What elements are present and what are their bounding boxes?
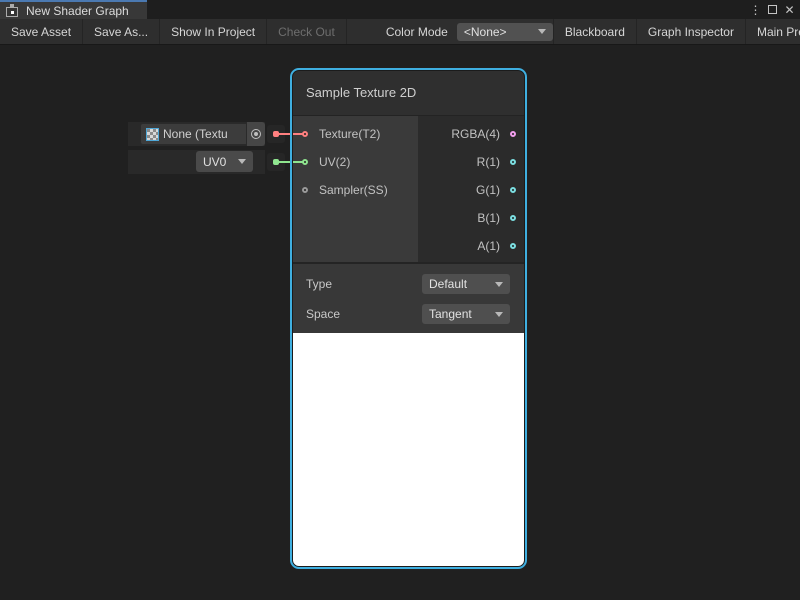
- shader-graph-window: New Shader Graph ⋮ ✕ Save Asset Save As.…: [0, 0, 800, 600]
- chevron-down-icon: [538, 29, 546, 34]
- node-title: Sample Texture 2D: [306, 85, 416, 100]
- output-ports-column: RGBA(4) R(1) G(1) B(1) A(1): [418, 116, 525, 262]
- color-mode-group: Color Mode <None>: [377, 23, 553, 41]
- chevron-down-icon: [238, 159, 246, 164]
- tab-title: New Shader Graph: [26, 4, 129, 18]
- chevron-down-icon: [495, 312, 503, 317]
- g-port-label: G(1): [476, 183, 500, 197]
- type-value: Default: [429, 277, 467, 291]
- port-row-texture: Texture(T2): [292, 120, 418, 148]
- b-port-icon[interactable]: [510, 215, 516, 221]
- r-port-label: R(1): [477, 155, 500, 169]
- toolbar-left-group: Save Asset Save As... Show In Project Ch…: [0, 19, 347, 44]
- port-row-a: A(1): [418, 232, 525, 260]
- type-label: Type: [306, 277, 332, 291]
- port-row-g: G(1): [418, 176, 525, 204]
- window-controls: ⋮ ✕: [747, 0, 798, 19]
- texture-object-field-value: None (Textu: [163, 127, 228, 141]
- rgba-port-label: RGBA(4): [451, 127, 500, 141]
- input-ports-column: Texture(T2) UV(2) Sampler(SS): [292, 116, 418, 262]
- r-port-icon[interactable]: [510, 159, 516, 165]
- uv-edge[interactable]: [277, 161, 303, 163]
- color-mode-label: Color Mode: [377, 25, 457, 39]
- shader-graph-asset-icon-dot: [11, 11, 14, 14]
- texture-edge[interactable]: [277, 133, 303, 135]
- space-value: Tangent: [429, 307, 472, 321]
- kebab-menu-icon[interactable]: ⋮: [747, 0, 764, 19]
- chevron-down-icon: [495, 282, 503, 287]
- space-label: Space: [306, 307, 340, 321]
- texture-object-field[interactable]: None (Textu: [140, 123, 258, 145]
- save-asset-button[interactable]: Save Asset: [0, 19, 83, 44]
- type-dropdown[interactable]: Default: [422, 274, 510, 294]
- texture2d-icon: [146, 128, 159, 141]
- main-preview-button[interactable]: Main Preview: [745, 19, 800, 44]
- g-port-icon[interactable]: [510, 187, 516, 193]
- a-port-icon[interactable]: [510, 243, 516, 249]
- uv-channel-dropdown[interactable]: UV0: [196, 151, 253, 172]
- blackboard-button[interactable]: Blackboard: [553, 19, 636, 44]
- node-preview[interactable]: [292, 333, 525, 567]
- shader-graph-asset-icon: [6, 4, 19, 17]
- maximize-icon-box: [768, 5, 777, 14]
- port-row-uv: UV(2): [292, 148, 418, 176]
- uv-input-widget-row: UV0: [128, 150, 265, 174]
- b-port-label: B(1): [477, 211, 500, 225]
- texture-input-widget-row: None (Textu: [128, 122, 265, 146]
- show-in-project-button[interactable]: Show In Project: [160, 19, 267, 44]
- port-row-b: B(1): [418, 204, 525, 232]
- port-row-sampler: Sampler(SS): [292, 176, 418, 204]
- space-option-row: Space Tangent: [292, 299, 525, 329]
- object-picker-button[interactable]: [246, 122, 265, 146]
- texture-port-label: Texture(T2): [319, 127, 380, 141]
- space-dropdown[interactable]: Tangent: [422, 304, 510, 324]
- type-option-row: Type Default: [292, 269, 525, 299]
- object-picker-icon: [251, 129, 261, 139]
- graph-toolbar: Save Asset Save As... Show In Project Ch…: [0, 19, 800, 45]
- a-port-label: A(1): [477, 239, 500, 253]
- maximize-icon[interactable]: [764, 0, 781, 19]
- port-row-r: R(1): [418, 148, 525, 176]
- color-mode-dropdown[interactable]: <None>: [457, 23, 553, 41]
- sampler-port-label: Sampler(SS): [319, 183, 388, 197]
- node-options: Type Default Space Tangent: [292, 262, 525, 333]
- tab-new-shader-graph[interactable]: New Shader Graph: [0, 0, 147, 19]
- uv-channel-value: UV0: [203, 155, 226, 169]
- rgba-port-icon[interactable]: [510, 131, 516, 137]
- save-as-button[interactable]: Save As...: [83, 19, 160, 44]
- graph-inspector-button[interactable]: Graph Inspector: [636, 19, 745, 44]
- sample-texture-2d-node[interactable]: Sample Texture 2D Texture(T2) UV(2) Samp…: [292, 70, 525, 567]
- tab-bar: New Shader Graph ⋮ ✕: [0, 0, 800, 19]
- node-header[interactable]: Sample Texture 2D: [292, 70, 525, 116]
- check-out-button: Check Out: [267, 19, 347, 44]
- uv-port-label: UV(2): [319, 155, 350, 169]
- toolbar-right-group: Blackboard Graph Inspector Main Preview: [553, 19, 800, 44]
- color-mode-value: <None>: [464, 25, 507, 39]
- sampler-port-icon[interactable]: [302, 187, 308, 193]
- port-row-rgba: RGBA(4): [418, 120, 525, 148]
- node-ports: Texture(T2) UV(2) Sampler(SS) RGBA(4) R(…: [292, 116, 525, 262]
- close-icon[interactable]: ✕: [781, 0, 798, 19]
